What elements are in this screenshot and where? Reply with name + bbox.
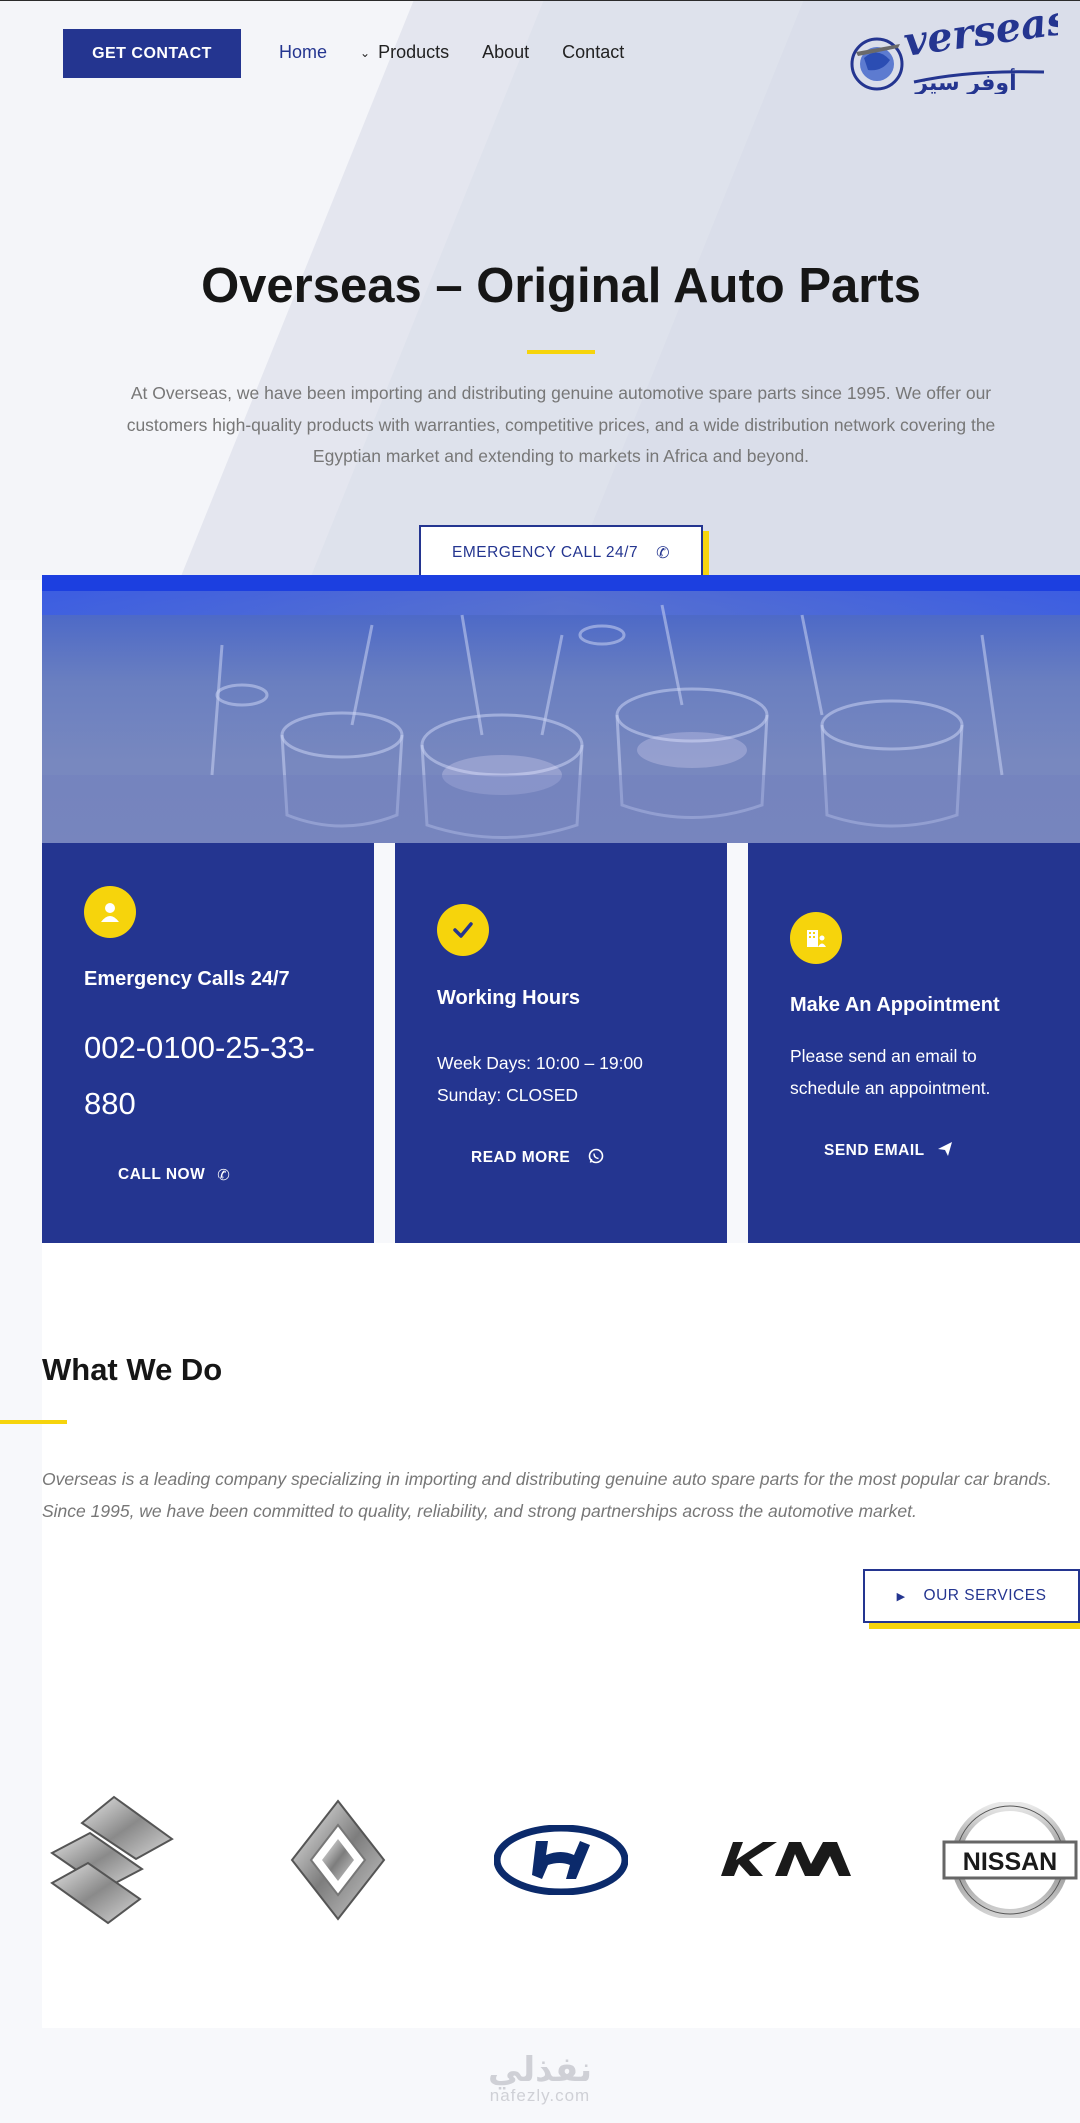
working-hours-sunday: Sunday: CLOSED (437, 1085, 579, 1105)
what-we-do-text: Overseas is a leading company specializi… (42, 1469, 1052, 1521)
svg-text:NISSAN: NISSAN (963, 1848, 1057, 1876)
working-hours-weekdays: Week Days: 10:00 – 19:00 (437, 1053, 643, 1073)
building-icon (790, 912, 842, 964)
nav-about-label: About (482, 42, 530, 62)
overseas-logo[interactable]: verseas أوفر سيز (848, 0, 1072, 96)
hero-banner-image (42, 575, 1080, 843)
caret-right-icon: ▶ (896, 1590, 906, 1603)
watermark-latin: nafezly.com (489, 2086, 591, 2105)
check-icon (437, 904, 489, 956)
svg-text:أوفر سيز: أوفر سيز (914, 67, 1016, 94)
chevron-down-icon: ⌄ (360, 45, 371, 60)
nav-contact-label: Contact (562, 42, 625, 62)
what-we-do-underline (0, 1420, 67, 1424)
send-email-button[interactable]: SEND EMAIL (824, 1141, 953, 1161)
nav-contact[interactable]: Contact (562, 42, 624, 63)
get-contact-button[interactable]: GET CONTACT (63, 29, 241, 78)
top-rule (0, 0, 1080, 1)
page: GET CONTACT Home ⌄ Products About Contact… (0, 0, 1080, 2123)
main-nav: Home ⌄ Products About Contact (279, 42, 657, 63)
card-title: Make An Appointment (790, 994, 1000, 1016)
hyundai-logo (494, 1790, 628, 1930)
card-title: Working Hours (437, 987, 580, 1009)
nav-about[interactable]: About (482, 42, 529, 63)
call-now-button[interactable]: CALL NOW ✆ (118, 1166, 230, 1184)
nav-products-label: Products (378, 42, 450, 62)
phone-icon: ✆ (217, 1167, 231, 1184)
card-appointment: Make An Appointment Please send an email… (748, 843, 1080, 1243)
parts-photo (42, 604, 1080, 843)
nav-home-label: Home (279, 42, 328, 62)
read-more-button[interactable]: READ MORE (471, 1148, 604, 1168)
nissan-logo: NISSAN (942, 1790, 1078, 1930)
emergency-call-button[interactable]: EMERGENCY CALL 24/7 ✆ (419, 525, 703, 581)
emergency-call-label: EMERGENCY CALL 24/7 (451, 544, 639, 561)
nav-products[interactable]: ⌄ Products (360, 42, 449, 63)
hero-title-underline (527, 350, 595, 354)
what-we-do-title: What We Do (42, 1352, 223, 1387)
nav-home[interactable]: Home (279, 42, 327, 63)
appointment-text: Please send an email to schedule an appo… (790, 1046, 991, 1098)
nafezly-watermark: نفذلي nafezly.com (0, 2050, 1080, 2106)
kia-logo (719, 1790, 853, 1930)
phone-icon: ✆ (656, 545, 670, 562)
hero-description: At Overseas, we have been importing and … (126, 383, 996, 466)
card-title: Emergency Calls 24/7 (84, 968, 290, 990)
card-working-hours: Working Hours Week Days: 10:00 – 19:00 S… (395, 843, 727, 1243)
read-more-label: READ MORE (471, 1149, 571, 1166)
call-now-label: CALL NOW (118, 1166, 206, 1183)
emergency-phone-number: 002-0100-25-33-880 (84, 1030, 315, 1121)
renault-logo (290, 1790, 386, 1930)
svg-text:verseas: verseas (901, 12, 1058, 66)
our-services-label: OUR SERVICES (923, 1587, 1047, 1604)
suzuki-logo (44, 1790, 178, 1930)
watermark-arabic: نفذلي (487, 2050, 593, 2090)
paper-plane-icon (937, 1141, 953, 1161)
send-email-label: SEND EMAIL (824, 1142, 925, 1159)
our-services-button[interactable]: ▶ OUR SERVICES (863, 1569, 1080, 1623)
hero-title: Overseas – Original Auto Parts (201, 259, 921, 313)
person-icon (84, 886, 136, 938)
whatsapp-icon (588, 1148, 604, 1168)
card-emergency-calls: Emergency Calls 24/7 002-0100-25-33-880 … (42, 843, 374, 1243)
